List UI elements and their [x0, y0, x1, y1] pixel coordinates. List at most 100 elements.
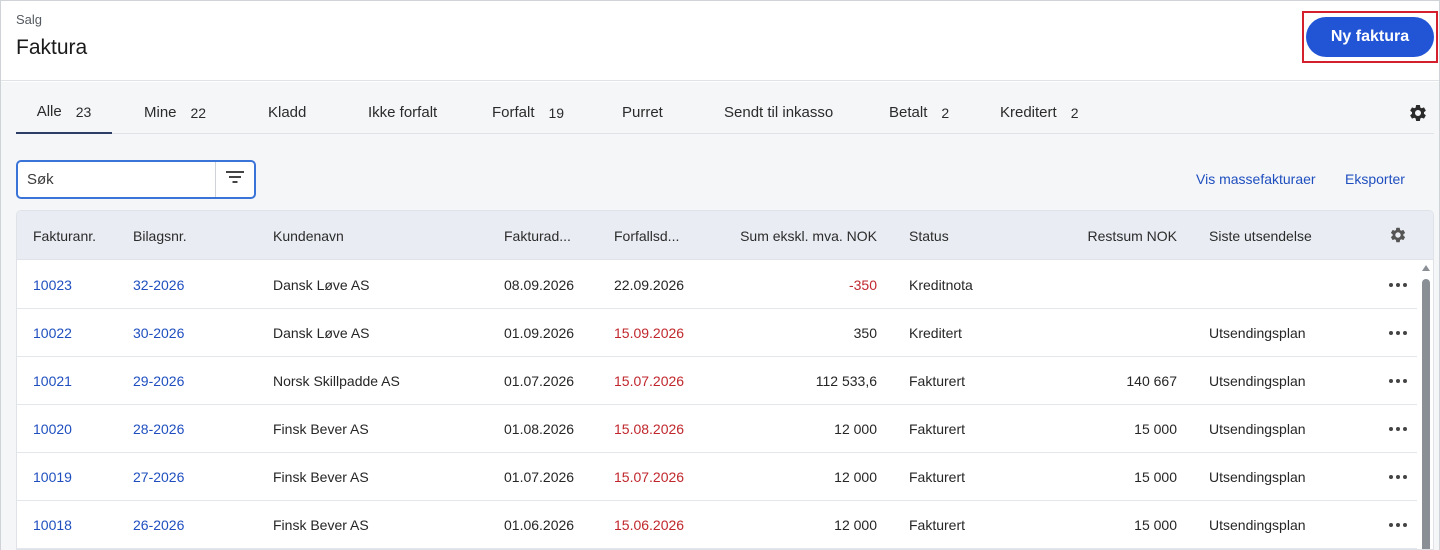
- remaining-amount: 15 000: [1134, 516, 1177, 533]
- invoice-date: 01.07.2026: [504, 372, 575, 389]
- last-sent: Utsendingsplan: [1209, 468, 1306, 485]
- tab-ikke-forfalt[interactable]: Ikke forfalt: [368, 91, 437, 134]
- app-frame: Salg Faktura Ny faktura Alle 23 Mine 22 …: [0, 0, 1440, 550]
- tab-count: 22: [190, 104, 207, 121]
- sum-amount: 12 000: [834, 420, 877, 437]
- tab-label: Betalt: [889, 104, 928, 121]
- col-header-voucher-no[interactable]: Bilagsnr.: [133, 211, 187, 260]
- remaining-amount: [1017, 261, 1177, 308]
- tab-label: Purret: [622, 104, 663, 121]
- tab-count: 19: [548, 104, 565, 121]
- due-date: 15.07.2026: [614, 372, 685, 389]
- invoice-number-link[interactable]: 10018: [33, 501, 72, 548]
- page-title: Faktura: [16, 36, 88, 59]
- tab-kladd[interactable]: Kladd: [268, 91, 306, 134]
- col-header-invoice-no[interactable]: Fakturanr.: [33, 211, 96, 260]
- tab-count: 23: [75, 103, 92, 120]
- tab-sendt-til-inkasso[interactable]: Sendt til inkasso: [724, 91, 833, 134]
- sum-amount: 12 000: [834, 468, 877, 485]
- due-date: 15.09.2026: [614, 324, 685, 341]
- tab-alle[interactable]: Alle 23: [16, 91, 112, 134]
- table-row[interactable]: 10021 29-2026 Norsk Skillpadde AS 01.07.…: [17, 357, 1417, 405]
- voucher-number-link[interactable]: 32-2026: [133, 261, 184, 308]
- invoice-number-link[interactable]: 10022: [33, 309, 72, 356]
- due-date: 22.09.2026: [614, 276, 685, 293]
- show-mass-invoices-link[interactable]: Vis massefakturaer: [1196, 171, 1316, 187]
- status-text: Fakturert: [909, 468, 966, 485]
- voucher-number-link[interactable]: 29-2026: [133, 357, 184, 404]
- more-horizontal-icon[interactable]: [1387, 357, 1409, 404]
- main-content: Alle 23 Mine 22 Kladd Ikke forfalt Forfa…: [1, 82, 1439, 550]
- invoice-number-link[interactable]: 10019: [33, 453, 72, 500]
- last-sent: Utsendingsplan: [1209, 324, 1306, 341]
- more-horizontal-icon[interactable]: [1387, 453, 1409, 500]
- more-horizontal-icon[interactable]: [1387, 261, 1409, 308]
- invoice-date: 01.07.2026: [504, 468, 575, 485]
- more-horizontal-icon[interactable]: [1387, 405, 1409, 452]
- table-scrollbar[interactable]: [1419, 261, 1433, 549]
- tab-label: Alle: [36, 103, 62, 120]
- tab-label: Kreditert: [1000, 104, 1057, 121]
- table-row[interactable]: 10018 26-2026 Finsk Bever AS 01.06.2026 …: [17, 501, 1417, 549]
- status-text: Fakturert: [909, 420, 966, 437]
- due-date: 15.08.2026: [614, 420, 685, 437]
- invoice-date: 08.09.2026: [504, 276, 575, 293]
- voucher-number-link[interactable]: 27-2026: [133, 453, 184, 500]
- table-row[interactable]: 10020 28-2026 Finsk Bever AS 01.08.2026 …: [17, 405, 1417, 453]
- last-sent: Utsendingsplan: [1209, 420, 1306, 437]
- search-input[interactable]: [18, 162, 215, 197]
- col-header-customer[interactable]: Kundenavn: [273, 211, 344, 260]
- more-horizontal-icon[interactable]: [1387, 501, 1409, 548]
- col-header-invoice-date[interactable]: Fakturad...: [504, 211, 571, 260]
- invoice-date: 01.09.2026: [504, 324, 575, 341]
- tab-label: Ikke forfalt: [368, 104, 438, 121]
- export-link[interactable]: Eksporter: [1345, 171, 1405, 187]
- tab-forfalt[interactable]: Forfalt 19: [492, 91, 564, 134]
- voucher-number-link[interactable]: 26-2026: [133, 501, 184, 548]
- customer-name: Finsk Bever AS: [273, 516, 369, 533]
- tab-betalt[interactable]: Betalt 2: [889, 91, 949, 134]
- col-header-status[interactable]: Status: [909, 211, 949, 260]
- tab-kreditert[interactable]: Kreditert 2: [1000, 91, 1079, 134]
- last-sent: Utsendingsplan: [1209, 516, 1306, 533]
- col-header-sum[interactable]: Sum ekskl. mva. NOK: [717, 211, 877, 260]
- customer-name: Dansk Løve AS: [273, 324, 370, 341]
- page-header: Salg Faktura Ny faktura: [1, 1, 1439, 81]
- gear-icon[interactable]: [1408, 103, 1428, 123]
- remaining-amount: 140 667: [1126, 372, 1177, 389]
- voucher-number-link[interactable]: 30-2026: [133, 309, 184, 356]
- table-row[interactable]: 10019 27-2026 Finsk Bever AS 01.07.2026 …: [17, 453, 1417, 501]
- more-horizontal-icon[interactable]: [1387, 309, 1409, 356]
- tab-count: 2: [1070, 104, 1079, 121]
- invoice-number-link[interactable]: 10020: [33, 405, 72, 452]
- invoice-number-link[interactable]: 10021: [33, 357, 72, 404]
- table-row[interactable]: 10023 32-2026 Dansk Løve AS 08.09.2026 2…: [17, 261, 1417, 309]
- scroll-up-arrow-icon[interactable]: [1422, 265, 1430, 271]
- tab-count: 2: [941, 104, 950, 121]
- col-header-last-sent[interactable]: Siste utsendelse: [1209, 211, 1312, 260]
- search-box: [16, 160, 256, 199]
- filter-icon: [226, 170, 244, 189]
- invoice-date: 01.08.2026: [504, 420, 575, 437]
- col-header-remaining[interactable]: Restsum NOK: [1017, 211, 1177, 260]
- invoice-date: 01.06.2026: [504, 516, 575, 533]
- scroll-thumb[interactable]: [1422, 279, 1430, 549]
- customer-name: Norsk Skillpadde AS: [273, 372, 400, 389]
- tab-mine[interactable]: Mine 22: [144, 91, 206, 134]
- new-invoice-button[interactable]: Ny faktura: [1306, 17, 1434, 57]
- last-sent: Utsendingsplan: [1209, 372, 1306, 389]
- invoice-table: Fakturanr. Bilagsnr. Kundenavn Fakturad.…: [16, 210, 1434, 550]
- col-header-due-date[interactable]: Forfallsd...: [614, 211, 679, 260]
- tab-purret[interactable]: Purret: [622, 91, 663, 134]
- invoice-number-link[interactable]: 10023: [33, 261, 72, 308]
- filter-button[interactable]: [216, 162, 254, 197]
- tab-label: Forfalt: [492, 104, 535, 121]
- gear-icon[interactable]: [1389, 226, 1407, 244]
- breadcrumb[interactable]: Salg: [16, 12, 42, 27]
- table-row[interactable]: 10022 30-2026 Dansk Løve AS 01.09.2026 1…: [17, 309, 1417, 357]
- remaining-amount: 15 000: [1134, 468, 1177, 485]
- sum-amount: 350: [853, 324, 877, 341]
- status-text: Kreditert: [909, 324, 962, 341]
- voucher-number-link[interactable]: 28-2026: [133, 405, 184, 452]
- due-date: 15.06.2026: [614, 516, 685, 533]
